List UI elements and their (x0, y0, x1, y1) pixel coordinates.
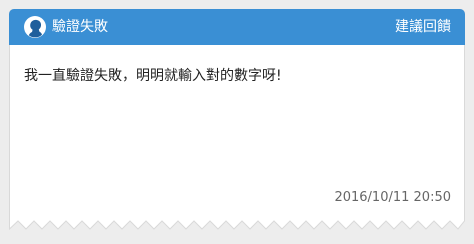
post-title: 驗證失敗 (52, 19, 108, 35)
post-message: 我一直驗證失敗，明明就輸入對的數字呀! (24, 68, 282, 84)
post-card: 驗證失敗 建議回饋 我一直驗證失敗，明明就輸入對的數字呀! 2016/10/11… (9, 9, 465, 235)
feedback-link[interactable]: 建議回饋 (395, 18, 451, 36)
card-header: 驗證失敗 建議回饋 (9, 9, 465, 45)
post-timestamp: 2016/10/11 20:50 (334, 190, 451, 205)
person-silhouette-icon (24, 16, 46, 38)
